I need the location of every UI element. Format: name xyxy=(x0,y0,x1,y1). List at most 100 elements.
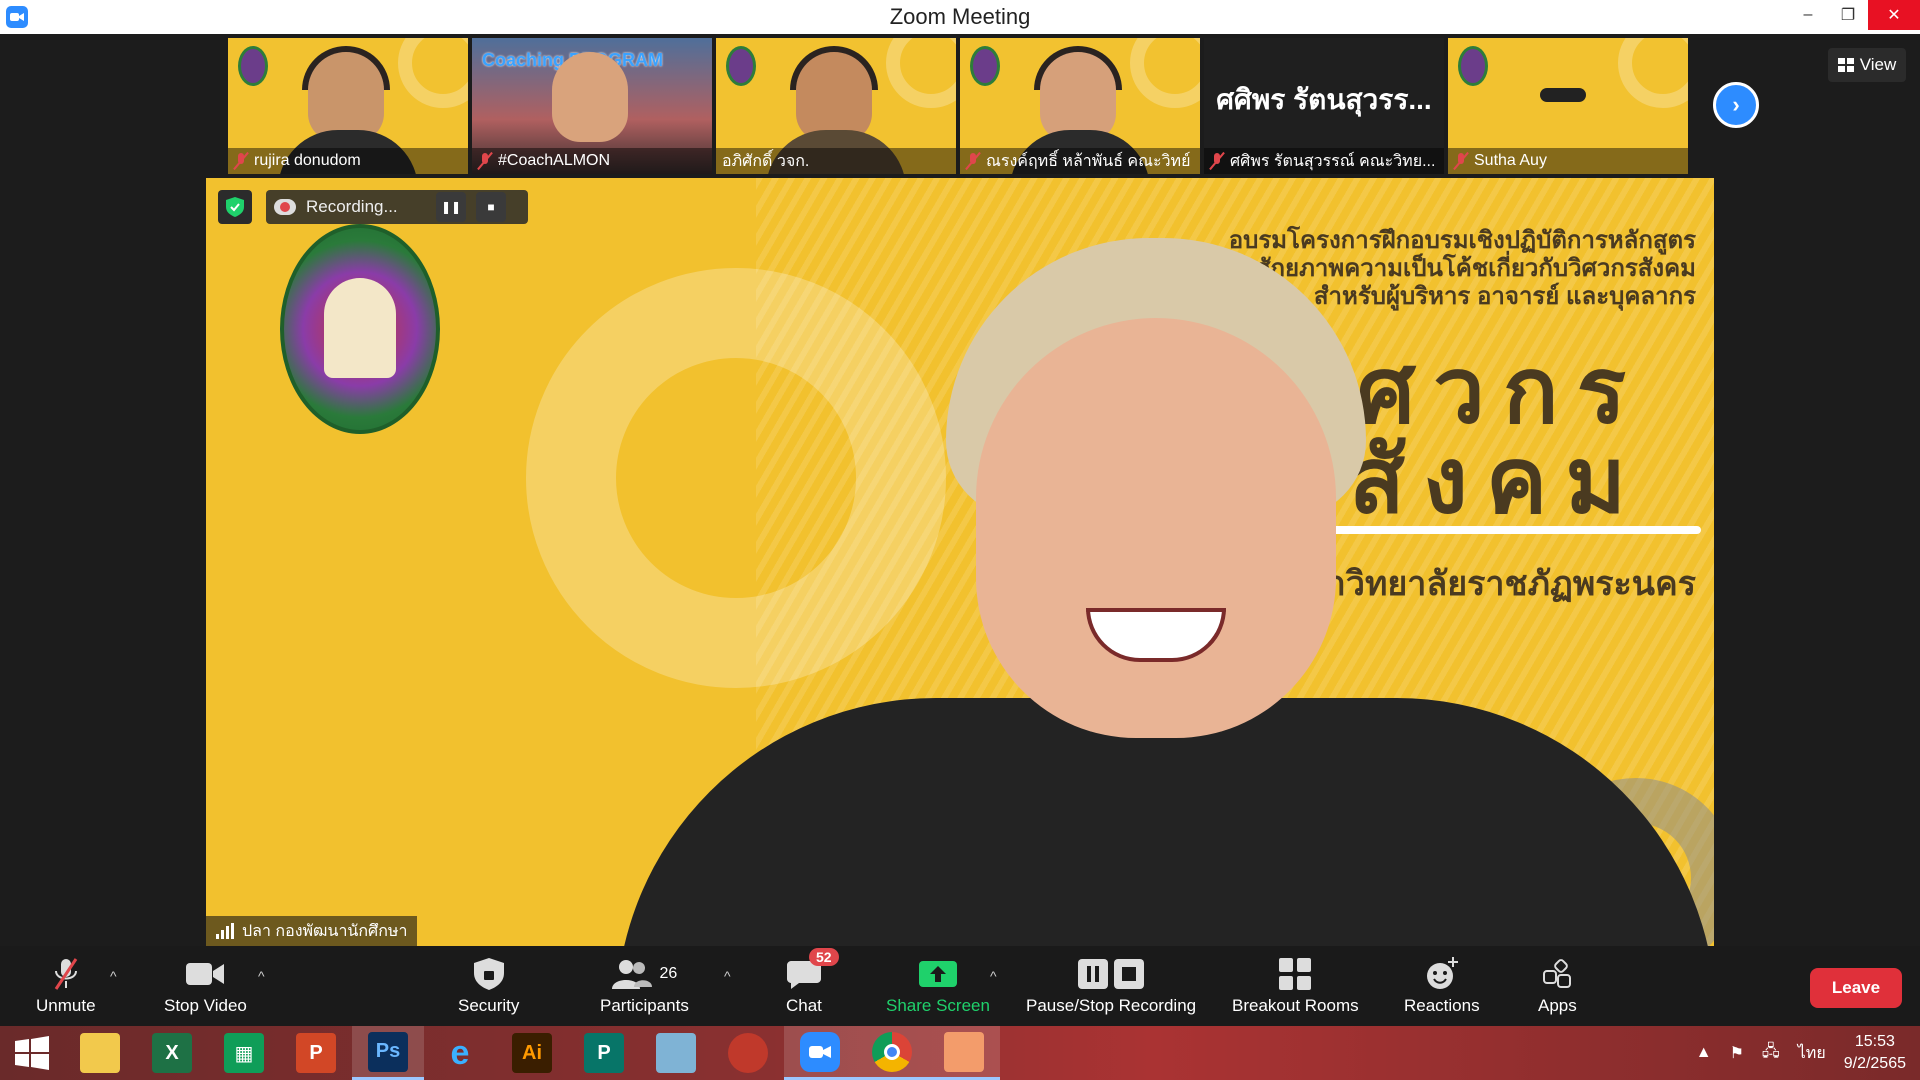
unmute-button[interactable]: Unmute xyxy=(36,956,96,1016)
security-label: Security xyxy=(458,996,520,1015)
participant-namebar: #CoachALMON xyxy=(472,148,712,174)
participant-face xyxy=(552,52,628,142)
mic-muted-icon xyxy=(1454,152,1468,170)
reactions-button[interactable]: Reactions xyxy=(1404,956,1480,1016)
signal-strength-icon xyxy=(216,923,234,939)
taskbar-photoscape[interactable] xyxy=(712,1026,784,1080)
taskbar-internet-explorer[interactable]: e xyxy=(424,1026,496,1080)
gallery-strip: rujira donudom Coaching PROGRAM #CoachAL… xyxy=(228,38,1688,174)
pause-recording-button[interactable]: ❚❚ xyxy=(436,192,466,222)
gear-decoration xyxy=(1618,38,1688,108)
apps-icon xyxy=(1542,956,1572,992)
taskbar-publisher[interactable]: P xyxy=(568,1026,640,1080)
participant-namebar: อภิศักดิ์ วจก. xyxy=(716,148,956,174)
breakout-rooms-button[interactable]: Breakout Rooms xyxy=(1232,956,1359,1016)
video-options-caret[interactable]: ^ xyxy=(258,968,265,984)
unmute-label: Unmute xyxy=(36,996,96,1015)
chrome-icon xyxy=(872,1031,912,1072)
reactions-label: Reactions xyxy=(1404,996,1480,1015)
university-seal-icon xyxy=(238,46,268,86)
participant-name: #CoachALMON xyxy=(498,152,611,169)
participant-name-large: ศศิพร รัตนสุวรร... xyxy=(1216,84,1432,115)
notepad-icon xyxy=(656,1033,696,1073)
participant-thumbnail[interactable]: rujira donudom xyxy=(228,38,468,174)
photoshop-icon: Ps xyxy=(368,1031,408,1072)
chat-unread-badge: 52 xyxy=(808,948,839,966)
taskbar-excel[interactable]: X xyxy=(136,1026,208,1080)
participant-name: ณรงค์ฤทธิ์ หล้าพันธ์ คณะวิทย์ xyxy=(986,152,1191,170)
meeting-area: rujira donudom Coaching PROGRAM #CoachAL… xyxy=(0,34,1920,946)
chat-icon: 52 xyxy=(786,948,839,992)
restore-button[interactable]: ❐ xyxy=(1828,0,1868,30)
view-button[interactable]: View xyxy=(1828,48,1906,82)
zoom-app-icon xyxy=(6,6,28,28)
pause-stop-recording-button[interactable]: Pause/Stop Recording xyxy=(1026,956,1196,1016)
action-center-flag-icon[interactable]: ⚑ xyxy=(1730,1043,1744,1063)
participant-namebar: ศศิพร รัตนสุวรรณ์ คณะวิทย... xyxy=(1204,148,1444,174)
share-screen-button[interactable]: Share Screen xyxy=(886,956,990,1016)
university-seal-icon xyxy=(1458,46,1488,86)
taskbar-file-explorer[interactable] xyxy=(64,1026,136,1080)
participant-face xyxy=(796,52,872,142)
minimize-button[interactable]: – xyxy=(1788,0,1828,30)
university-seal-icon xyxy=(726,46,756,86)
taskbar-powerpoint[interactable]: P xyxy=(280,1026,352,1080)
participant-face xyxy=(308,52,384,142)
participant-thumbnail[interactable]: อภิศักดิ์ วจก. xyxy=(716,38,956,174)
participant-name: อภิศักดิ์ วจก. xyxy=(722,152,810,170)
participant-thumbnail[interactable]: Coaching PROGRAM #CoachALMON xyxy=(472,38,712,174)
gallery-next-button[interactable]: › xyxy=(1713,82,1759,128)
participant-name: ศศิพร รัตนสุวรรณ์ คณะวิทย... xyxy=(1230,152,1436,170)
participant-face xyxy=(1040,52,1116,142)
shield-icon xyxy=(473,956,504,992)
participant-thumbnail[interactable]: ศศิพร รัตนสุวรร... ศศิพร รัตนสุวรรณ์ คณะ… xyxy=(1204,38,1444,174)
participant-thumbnail[interactable]: Sutha Auy xyxy=(1448,38,1688,174)
security-button[interactable]: Security xyxy=(458,956,519,1016)
system-clock[interactable]: 15:53 9/2/2565 xyxy=(1844,1031,1906,1075)
chat-button[interactable]: 52 Chat xyxy=(786,948,839,1016)
apps-label: Apps xyxy=(1538,996,1577,1015)
encryption-shield-icon[interactable] xyxy=(218,190,252,224)
windows-logo-icon xyxy=(15,1036,49,1070)
share-screen-icon xyxy=(918,956,957,992)
stop-video-button[interactable]: Stop Video xyxy=(164,956,247,1016)
mic-muted-icon xyxy=(478,152,492,170)
speaker-name: ปลา กองพัฒนานักศึกษา xyxy=(242,922,408,940)
taskbar-illustrator[interactable]: Ai xyxy=(496,1026,568,1080)
cloud-recording-icon xyxy=(274,199,296,215)
apps-button[interactable]: Apps xyxy=(1538,956,1577,1016)
participant-thumbnail[interactable]: ณรงค์ฤทธิ์ หล้าพันธ์ คณะวิทย์ xyxy=(960,38,1200,174)
leave-button[interactable]: Leave xyxy=(1810,968,1902,1008)
audio-options-caret[interactable]: ^ xyxy=(110,968,117,984)
participants-button[interactable]: 26 Participants xyxy=(600,956,689,1016)
pause-stop-icon xyxy=(1076,956,1146,992)
close-button[interactable]: ✕ xyxy=(1868,0,1920,30)
network-icon[interactable]: 🖧 xyxy=(1762,1040,1780,1067)
photoscape-icon xyxy=(728,1033,768,1073)
participants-options-caret[interactable]: ^ xyxy=(724,968,731,984)
participant-namebar: ณรงค์ฤทธิ์ หล้าพันธ์ คณะวิทย์ xyxy=(960,148,1200,174)
gear-decoration xyxy=(886,38,956,108)
taskbar-chrome[interactable] xyxy=(856,1026,928,1080)
taskbar-paint[interactable] xyxy=(928,1026,1000,1080)
taskbar-photoshop[interactable]: Ps xyxy=(352,1026,424,1080)
excel-icon: X xyxy=(152,1033,192,1073)
participants-icon: 26 xyxy=(611,956,677,992)
active-speaker-video: อบรมโครงการฝึกอบรมเชิงปฏิบัติการหลักสูตร… xyxy=(206,178,1714,946)
stop-recording-button[interactable]: ■ xyxy=(476,192,506,222)
mic-muted-icon xyxy=(966,152,980,170)
taskbar-notepad[interactable] xyxy=(640,1026,712,1080)
meeting-toolbar: Unmute ^ Stop Video ^ Security 26 Partic… xyxy=(0,946,1920,1026)
share-options-caret[interactable]: ^ xyxy=(990,968,997,984)
start-button[interactable] xyxy=(0,1026,64,1080)
taskbar-store[interactable]: ▦ xyxy=(208,1026,280,1080)
show-hidden-icons[interactable]: ▲ xyxy=(1696,1044,1712,1062)
camera-object xyxy=(1540,88,1586,102)
mic-muted-icon xyxy=(1210,152,1224,170)
language-indicator[interactable]: ไทย xyxy=(1798,1041,1826,1066)
smiley-icon xyxy=(1425,956,1459,992)
gear-decoration xyxy=(1130,38,1200,108)
folder-icon xyxy=(80,1033,120,1073)
university-seal-icon xyxy=(280,224,440,434)
taskbar-zoom[interactable] xyxy=(784,1026,856,1080)
